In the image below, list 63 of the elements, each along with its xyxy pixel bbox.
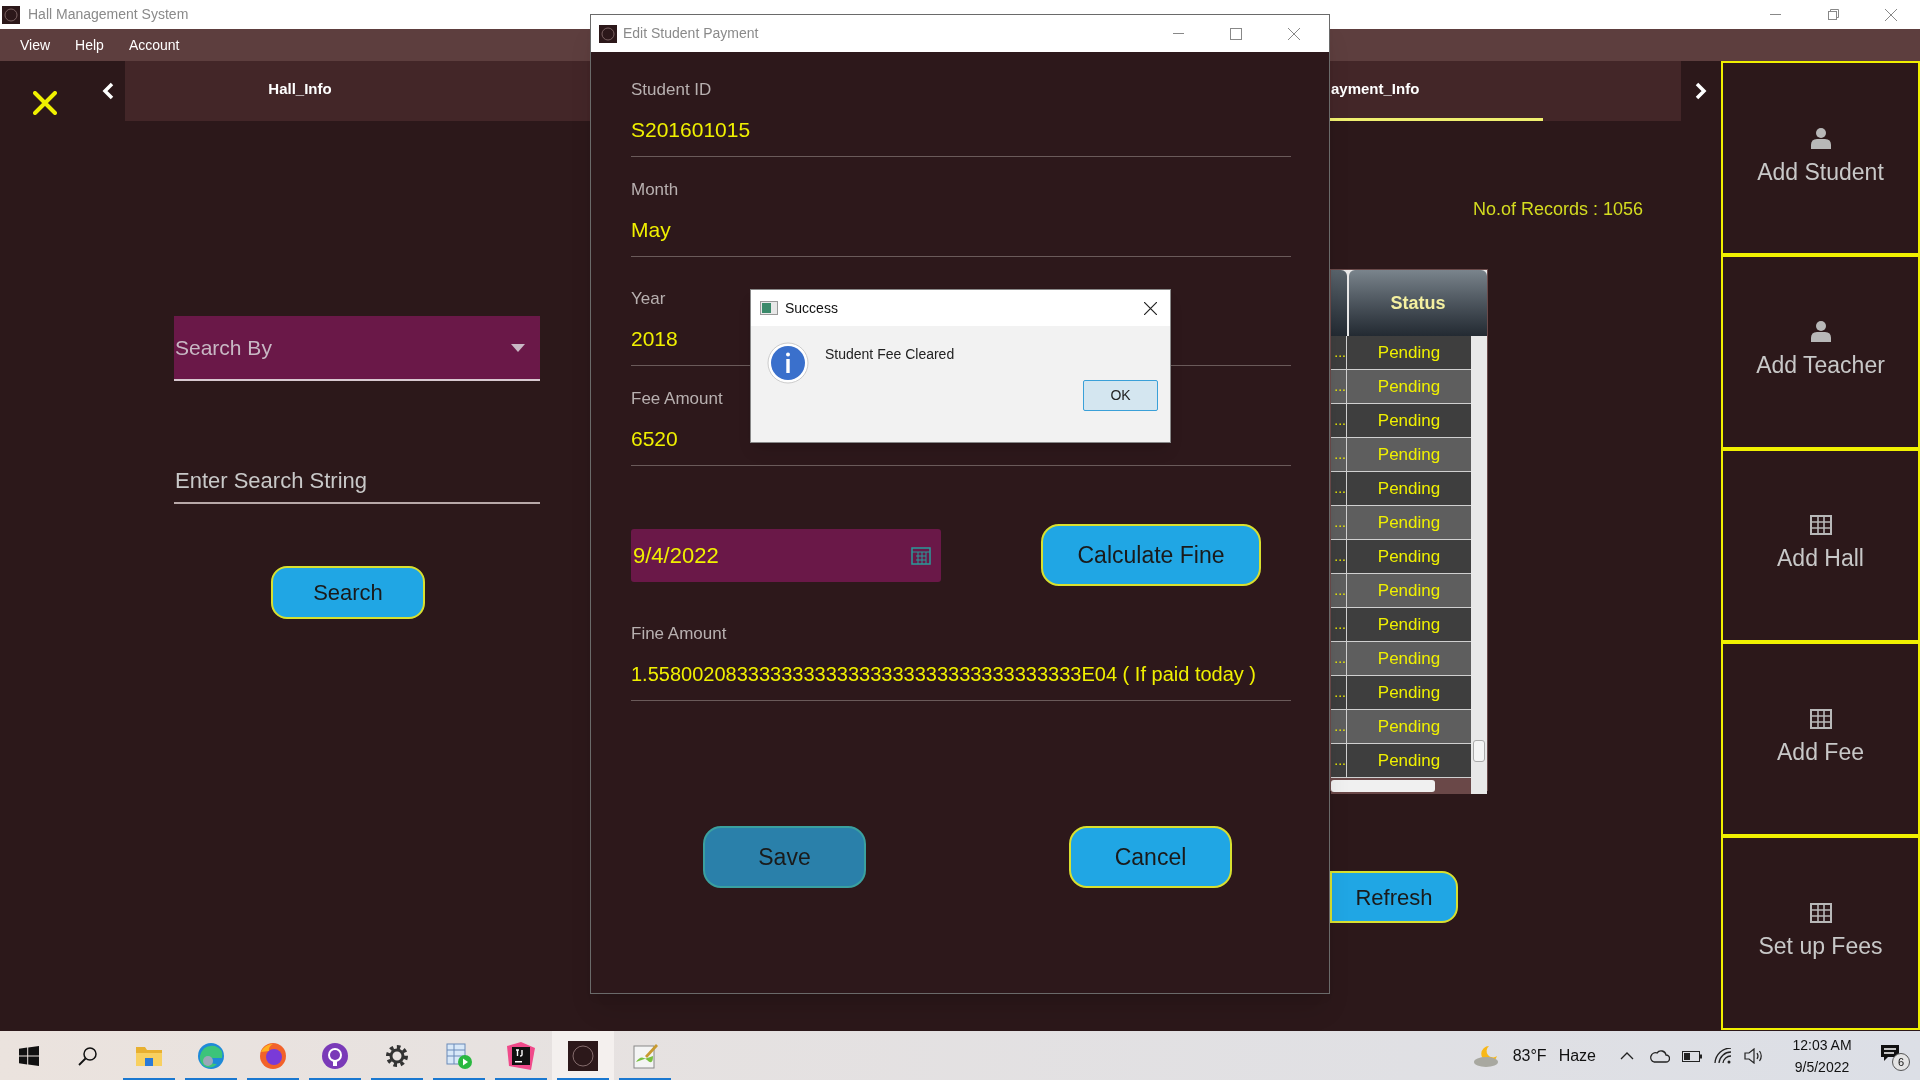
clock-time[interactable]: 12:03 AM xyxy=(1792,1034,1852,1056)
weather-text: Haze xyxy=(1558,1046,1596,1066)
table-cell: ... xyxy=(1331,438,1347,471)
ok-button[interactable]: OK xyxy=(1083,380,1158,411)
table-cell-text: Pending xyxy=(1376,341,1442,364)
field-value[interactable]: S201601015 xyxy=(631,116,1291,144)
menu-item[interactable]: Help xyxy=(63,34,116,56)
table-cell-text: Pending xyxy=(1376,613,1442,636)
search-button[interactable]: Search xyxy=(271,566,425,619)
table-cell-text: Pending xyxy=(1376,681,1442,704)
table-cell: ... xyxy=(1331,540,1347,573)
table-cell: ... xyxy=(1331,472,1347,505)
sidebar-button[interactable]: Add Fee xyxy=(1721,642,1920,837)
search-by-dropdown[interactable]: Search By xyxy=(174,316,540,381)
table-cell: ... xyxy=(1331,676,1347,709)
temperature-text: 83°F xyxy=(1512,1046,1547,1066)
dialog-title: Success xyxy=(785,298,838,318)
window-title: Hall Management System xyxy=(28,5,189,24)
tab[interactable]: Hall_Info xyxy=(125,61,475,121)
cancel-button[interactable]: Cancel xyxy=(1069,826,1232,888)
sidebar-button[interactable]: Add Student xyxy=(1721,61,1920,255)
table-cell-text: Pending xyxy=(1376,443,1442,466)
table-cell: ... xyxy=(1331,710,1347,743)
table-cell-text: Pending xyxy=(1376,409,1442,432)
sidebar-button[interactable]: Add Teacher xyxy=(1721,254,1920,449)
table-cell-text: Pending xyxy=(1376,511,1442,534)
table-cell: ... xyxy=(1331,370,1347,403)
menu-item[interactable]: Account xyxy=(116,34,192,56)
table-cell: ... xyxy=(1331,404,1347,437)
field-label: Month xyxy=(631,179,679,201)
table-cell: ... xyxy=(1331,642,1347,675)
table-cell-text: Pending xyxy=(1376,545,1442,568)
calculate-fine-button[interactable]: Calculate Fine xyxy=(1041,524,1261,586)
table-cell-text: Pending xyxy=(1376,647,1442,670)
notification-badge[interactable]: 6 xyxy=(1892,1053,1910,1071)
field-label: Fine Amount xyxy=(631,623,727,645)
sidebar-button[interactable]: Add Hall xyxy=(1721,448,1920,643)
menu-item[interactable]: View xyxy=(8,34,63,56)
table-cell-text: Pending xyxy=(1376,375,1442,398)
search-field[interactable]: Enter Search String xyxy=(174,460,540,504)
message-text: Student Fee Cleared xyxy=(825,345,955,364)
date-picker[interactable]: 9/4/2022 xyxy=(631,528,941,582)
table-cell: ... xyxy=(1331,506,1347,539)
field-label: Student ID xyxy=(631,79,712,101)
field-value[interactable]: 1.558002083333333333333333333333333333333E04 ( If paid today ) xyxy=(631,660,1291,688)
field-label: Fee Amount xyxy=(631,388,723,410)
table-cell: ... xyxy=(1331,608,1347,641)
table-cell-text: Pending xyxy=(1376,715,1442,738)
field-label: Year xyxy=(631,288,666,310)
dialog-title: Edit Student Payment xyxy=(623,24,759,43)
save-button[interactable]: Save xyxy=(703,826,866,888)
table-cell: ... xyxy=(1331,574,1347,607)
table-cell-text: Pending xyxy=(1376,477,1442,500)
table-cell-text: Pending xyxy=(1376,579,1442,602)
clock-date[interactable]: 9/5/2022 xyxy=(1794,1056,1850,1078)
column-header[interactable]: Status xyxy=(1349,270,1487,336)
table-cell: ... xyxy=(1331,744,1347,777)
table-cell: ... xyxy=(1331,336,1347,369)
table-cell-text: Pending xyxy=(1376,749,1442,772)
sidebar-button[interactable]: Set up Fees xyxy=(1721,836,1920,1030)
field-value[interactable]: May xyxy=(631,216,1291,244)
refresh-button[interactable]: Refresh xyxy=(1330,871,1458,923)
record-count: No.of Records : 1056 xyxy=(1472,198,1643,221)
